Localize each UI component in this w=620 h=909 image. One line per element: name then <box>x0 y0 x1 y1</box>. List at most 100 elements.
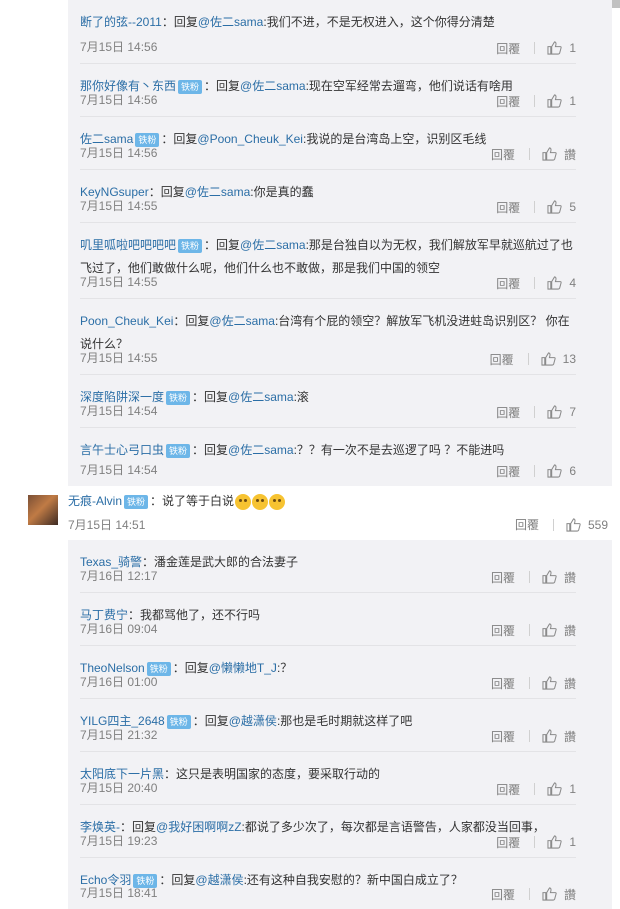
thumbs-up-icon[interactable] <box>547 464 562 478</box>
divider <box>534 836 536 848</box>
thumbs-up-icon[interactable] <box>542 147 557 161</box>
thumbs-up-icon[interactable] <box>547 41 562 55</box>
reply-separator: ：回复 <box>173 314 210 328</box>
thumbs-up-icon[interactable] <box>547 835 562 849</box>
reply-button[interactable]: 回覆 <box>491 675 515 692</box>
mention-link[interactable]: @佐二sama <box>228 390 294 404</box>
like-count: 1 <box>569 41 576 55</box>
thumbs-up-icon[interactable] <box>542 676 557 690</box>
username-link[interactable]: 无痕-Alvin <box>68 494 122 508</box>
thumbs-up-icon[interactable] <box>542 623 557 637</box>
mention-link[interactable]: @懒懒地T_J <box>209 661 277 675</box>
fan-badge: 铁粉 <box>166 714 191 729</box>
reply-actions: 回覆 讚 <box>491 728 576 744</box>
reply-button[interactable]: 回覆 <box>496 40 520 57</box>
reply-actions: 回覆 6 <box>496 463 576 479</box>
reply-item: 叽里呱啦吧吧吧吧 铁粉 ：回复@佐二sama:那是台独自以为无权，我们解放军早就巡航… <box>80 223 576 299</box>
like-count: 7 <box>569 405 576 419</box>
like-count: 13 <box>562 352 576 366</box>
timestamp: 7月16日 09:04 <box>80 622 158 636</box>
scrollbar[interactable] <box>612 0 620 909</box>
thumbs-up-icon[interactable] <box>542 570 557 584</box>
timestamp: 7月16日 01:00 <box>80 675 158 689</box>
mention-link[interactable]: @Poon_Cheuk_Kei <box>197 132 303 146</box>
divider <box>534 277 536 289</box>
username-link[interactable]: 断了的弦--2011 <box>80 15 162 29</box>
fan-badge: 铁粉 <box>178 79 203 94</box>
scrollbar-thumb[interactable] <box>612 0 620 8</box>
avatar[interactable] <box>28 495 58 525</box>
reply-actions: 回覆 1 <box>496 781 576 797</box>
reply-item: 断了的弦--2011：回复@佐二sama:我们不进，不是无权进入，这个你得分清楚… <box>80 0 576 64</box>
mention-link[interactable]: @佐二sama <box>228 443 294 457</box>
reply-button[interactable]: 回覆 <box>491 886 515 903</box>
reply-separator: ：回复 <box>192 714 229 728</box>
reply-button[interactable]: 回覆 <box>491 569 515 586</box>
like-count: 6 <box>569 464 576 478</box>
laugh-cry-emoji-icon <box>269 493 286 510</box>
like-count: 讚 <box>563 676 576 691</box>
reply-button[interactable]: 回覆 <box>496 93 520 110</box>
reply-item: Echo令羽 铁粉 ：回复@越潇侯:还有这种自我安慰的？新中国白成立了？ 7月15日 … <box>80 858 576 909</box>
reply-button[interactable]: 回覆 <box>496 404 520 421</box>
reply-actions: 回覆 讚 <box>491 146 576 162</box>
reply-body: :？ <box>276 661 293 675</box>
divider <box>528 624 530 636</box>
reply-button[interactable]: 回覆 <box>491 146 515 163</box>
reply-item: 深度陷阱深一度 铁粉 ：回复@佐二sama:滚 7月15日 14:54 回覆 7 <box>80 375 576 428</box>
reply-item: 李焕英-：回复@我好困啊啊zZ:都说了多少次了，每次都是言语警告，人家都没当回事… <box>80 805 576 858</box>
divider <box>528 677 530 689</box>
mention-link[interactable]: @佐二sama <box>209 314 275 328</box>
reply-button[interactable]: 回覆 <box>496 834 520 851</box>
mention-link[interactable]: @佐二sama <box>198 15 264 29</box>
reply-body: :都说了多少次了，每次都是言语警告，人家都没当回事， <box>241 820 545 834</box>
mention-link[interactable]: @佐二sama <box>185 185 251 199</box>
reply-button[interactable]: 回覆 <box>496 781 520 798</box>
reply-body: :现在空军经常去遛弯，他们说话有啥用 <box>305 79 513 93</box>
thumbs-up-icon[interactable] <box>541 352 556 366</box>
thumbs-up-icon[interactable] <box>542 887 557 901</box>
reply-button[interactable]: 回覆 <box>491 728 515 745</box>
mention-link[interactable]: @佐二sama <box>240 79 306 93</box>
reply-button[interactable]: 回覆 <box>515 516 539 533</box>
reply-separator: ：回复 <box>192 390 229 404</box>
username-link[interactable]: Poon_Cheuk_Kei <box>80 314 173 328</box>
thumbs-up-icon[interactable] <box>547 200 562 214</box>
reply-button[interactable]: 回覆 <box>490 351 514 368</box>
comment-actions: 回覆 559 <box>515 516 608 533</box>
reply-body: :滚 <box>293 390 309 404</box>
reply-body: :你是真的蠢 <box>250 185 314 199</box>
reply-actions: 回覆 讚 <box>491 569 576 585</box>
reply-body: :我说的是台湾岛上空，识别区毛线 <box>302 132 487 146</box>
reply-actions: 回覆 讚 <box>491 886 576 902</box>
reply-button[interactable]: 回覆 <box>496 275 520 292</box>
nested-replies-group-1: 断了的弦--2011：回复@佐二sama:我们不进，不是无权进入，这个你得分清楚… <box>68 0 612 486</box>
timestamp: 7月15日 14:54 <box>80 404 158 418</box>
like-count: 1 <box>569 835 576 849</box>
timestamp: 7月15日 14:55 <box>80 199 158 213</box>
reply-separator: ：回复 <box>161 132 198 146</box>
mention-link[interactable]: @越潇侯 <box>195 873 243 887</box>
thumbs-up-icon[interactable] <box>547 276 562 290</box>
reply-body: :我们不进，不是无权进入，这个你得分清楚 <box>263 15 495 29</box>
timestamp: 7月15日 14:54 <box>80 463 158 477</box>
reply-button[interactable]: 回覆 <box>496 463 520 480</box>
mention-link[interactable]: @我好困啊啊zZ <box>156 820 242 834</box>
username-link[interactable]: 叽里呱啦吧吧吧吧 <box>80 238 176 252</box>
thumbs-up-icon[interactable] <box>547 94 562 108</box>
username-link[interactable]: 言午士心弓口虫 <box>80 443 164 457</box>
like-count: 讚 <box>563 570 576 585</box>
reply-button[interactable]: 回覆 <box>491 622 515 639</box>
thumbs-up-icon[interactable] <box>566 517 581 532</box>
reply-button[interactable]: 回覆 <box>496 199 520 216</box>
mention-link[interactable]: @佐二sama <box>240 238 306 252</box>
fan-badge: 铁粉 <box>166 390 191 405</box>
thumbs-up-icon[interactable] <box>547 782 562 796</box>
thumbs-up-icon[interactable] <box>542 729 557 743</box>
comment-text: 无痕-Alvin 铁粉 ：说了等于白说 <box>68 490 286 512</box>
timestamp: 7月15日 19:23 <box>80 834 158 848</box>
thumbs-up-icon[interactable] <box>547 405 562 419</box>
reply-separator: ：回复 <box>192 443 229 457</box>
mention-link[interactable]: @越潇侯 <box>229 714 277 728</box>
comment-body: ：说了等于白说 <box>150 494 235 508</box>
